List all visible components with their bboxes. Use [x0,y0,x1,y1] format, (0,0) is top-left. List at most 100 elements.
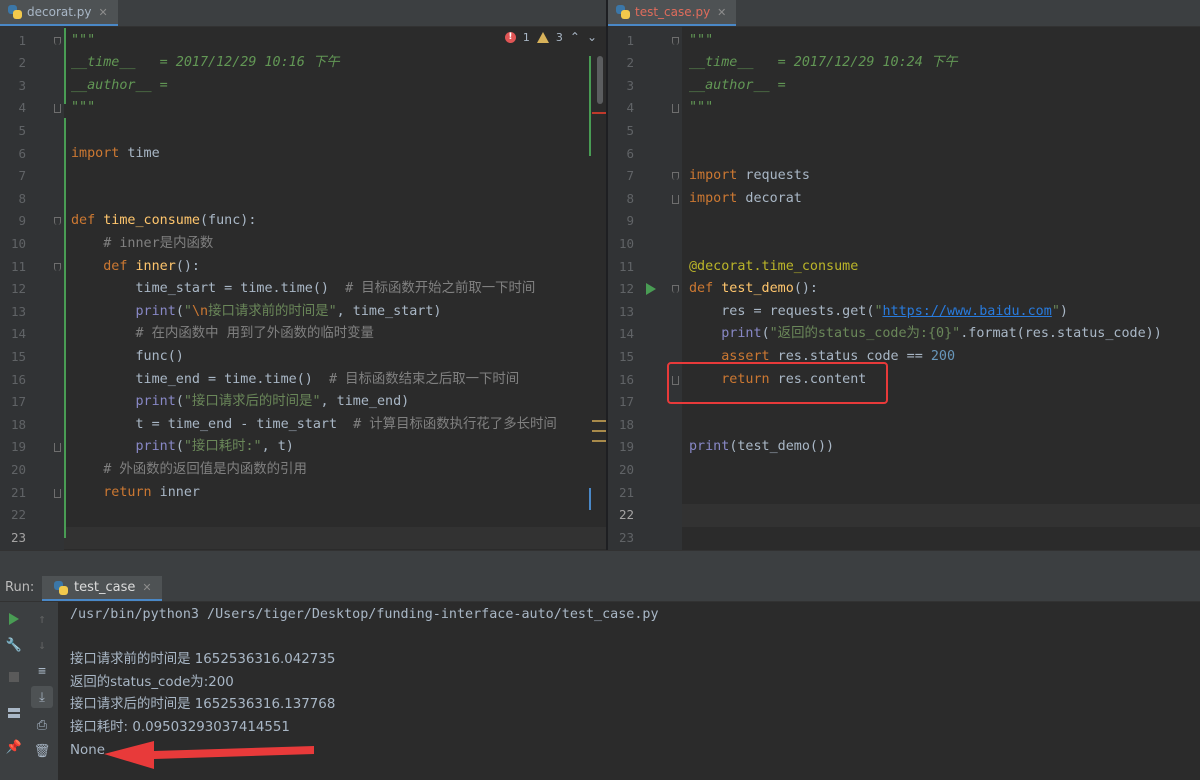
line-number[interactable]: 9 [608,210,634,233]
line-number[interactable]: 1 [0,30,26,53]
wrench-icon[interactable]: 🔧 [5,636,23,654]
close-icon[interactable]: ✕ [142,581,151,594]
run-tab-test-case[interactable]: test_case ✕ [42,576,162,601]
line-number[interactable]: 11 [0,256,26,279]
close-icon[interactable]: ✕ [98,6,107,19]
code-line[interactable]: import requests [682,165,1200,188]
code-line[interactable] [682,210,1200,233]
code-line[interactable]: # inner是内函数 [64,233,607,256]
vcs-change-marker[interactable] [64,28,66,104]
line-number[interactable]: 22 [608,504,634,527]
line-number[interactable]: 1 [608,30,634,53]
code-line[interactable] [64,120,607,143]
rerun-icon[interactable] [5,610,23,628]
line-number[interactable]: 8 [0,188,26,211]
code-line[interactable]: def inner(): [64,256,607,279]
code-area[interactable]: """ __time__ = 2017/12/29 10:16 下午 __autho… [64,26,607,550]
line-number[interactable]: 23 [0,527,26,550]
code-line[interactable] [64,165,607,188]
line-number[interactable]: 17 [608,391,634,414]
code-line[interactable] [64,527,607,550]
code-line[interactable]: print("接口请求后的时间是", time_end) [64,391,607,414]
code-area[interactable]: """ __time__ = 2017/12/29 10:24 下午 __autho… [682,26,1200,550]
line-number[interactable]: 5 [608,120,634,143]
code-line[interactable]: print("\n接口请求前的时间是", time_start) [64,301,607,324]
fold-marker-icon[interactable] [54,262,61,271]
code-line[interactable]: t = time_end - time_start # 计算目标函数执行花了多长… [64,414,607,437]
fold-marker-icon[interactable] [54,488,61,498]
code-line[interactable] [682,527,1200,550]
scroll-to-end-icon[interactable]: ⤓ [31,686,53,708]
fold-marker-icon[interactable] [672,194,679,204]
scrollbar-thumb[interactable] [597,56,603,104]
line-number[interactable]: 17 [0,391,26,414]
line-number[interactable]: 18 [608,414,634,437]
code-line[interactable]: __time__ = 2017/12/29 10:16 下午 [64,52,607,75]
code-line[interactable]: return inner [64,482,607,505]
line-number[interactable]: 14 [608,323,634,346]
code-line[interactable]: import decorat [682,188,1200,211]
chevron-up-icon[interactable]: ⌃ [570,30,580,44]
line-number[interactable]: 11 [608,256,634,279]
inspection-widget[interactable]: ! 1 3 ⌃ ⌄ [504,30,597,44]
fold-marker-icon[interactable] [672,104,679,114]
line-number[interactable]: 14 [0,323,26,346]
layout-icon[interactable] [5,704,23,722]
print-icon[interactable]: ⎙ [33,716,51,734]
line-number[interactable]: 20 [608,459,634,482]
editor-decorat[interactable]: decorat.py ✕ 1 2 3 4 5 6 7 8 9 10 11 12 13 14 15 16 17 18… [0,0,607,550]
vcs-change-marker[interactable] [64,118,66,538]
tab-decorat-py[interactable]: decorat.py ✕ [0,0,118,26]
error-stripe-marker[interactable] [592,112,606,114]
fold-marker-icon[interactable] [54,104,61,114]
code-line[interactable]: func() [64,346,607,369]
code-line[interactable]: __time__ = 2017/12/29 10:24 下午 [682,52,1200,75]
line-number[interactable]: 15 [0,346,26,369]
code-line[interactable]: print("接口耗时:", t) [64,436,607,459]
code-line[interactable]: def test_demo(): [682,278,1200,301]
fold-marker-icon[interactable] [672,36,679,45]
line-number[interactable]: 22 [0,504,26,527]
code-line[interactable] [682,120,1200,143]
code-line[interactable]: def time_consume(func): [64,210,607,233]
soft-wrap-icon[interactable]: ≡ [33,662,51,680]
code-line[interactable]: @decorat.time_consume [682,256,1200,279]
arrow-down-icon[interactable]: ↓ [33,636,51,654]
code-line[interactable]: # 在内函数中 用到了外函数的临时变量 [64,323,607,346]
warning-stripe-marker[interactable] [592,430,606,432]
trash-icon[interactable]: 🗑 [33,742,51,760]
code-line[interactable]: """ [64,97,607,120]
line-number[interactable]: 13 [0,301,26,324]
line-number[interactable]: 5 [0,120,26,143]
line-number[interactable]: 7 [608,165,634,188]
fold-marker-icon[interactable] [54,36,61,45]
code-line[interactable]: res = requests.get("https://www.baidu.co… [682,301,1200,324]
line-number[interactable]: 21 [608,482,634,505]
code-line[interactable]: time_end = time.time() # 目标函数结束之后取一下时间 [64,369,607,392]
warning-stripe-marker[interactable] [592,440,606,442]
code-line[interactable]: print(test_demo()) [682,436,1200,459]
line-number[interactable]: 8 [608,188,634,211]
fold-marker-icon[interactable] [672,285,679,294]
chevron-down-icon[interactable]: ⌄ [587,30,597,44]
line-number[interactable]: 9 [0,210,26,233]
arrow-up-icon[interactable]: ↑ [33,610,51,628]
code-line[interactable]: print("返回的status_code为:{0}".format(res.s… [682,323,1200,346]
code-line[interactable] [682,233,1200,256]
line-number[interactable]: 2 [0,52,26,75]
run-gutter-icon[interactable] [646,283,656,295]
line-number[interactable]: 21 [0,482,26,505]
code-line[interactable]: """ [682,30,1200,53]
fold-marker-icon[interactable] [54,443,61,453]
code-line[interactable] [64,504,607,527]
line-number[interactable]: 4 [0,97,26,120]
line-number[interactable]: 13 [608,301,634,324]
line-number[interactable]: 20 [0,459,26,482]
line-number[interactable]: 10 [0,233,26,256]
code-line[interactable] [682,482,1200,505]
code-line[interactable]: # 外函数的返回值是内函数的引用 [64,459,607,482]
line-number[interactable]: 19 [0,436,26,459]
fold-marker-icon[interactable] [54,217,61,226]
code-line[interactable]: """ [682,97,1200,120]
code-line[interactable] [64,188,607,211]
